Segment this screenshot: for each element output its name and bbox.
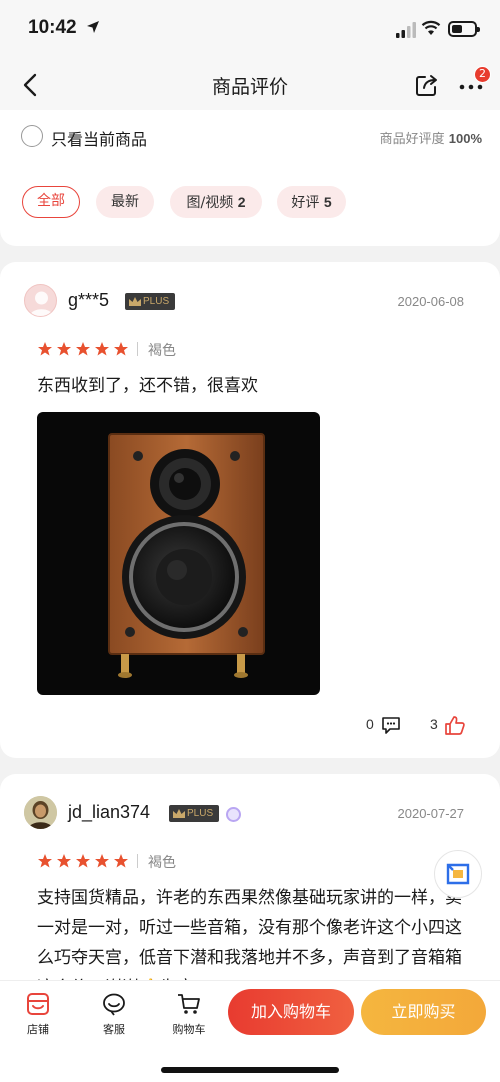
customer-service-icon — [103, 993, 125, 1016]
battery-icon — [448, 21, 480, 37]
tab-positive[interactable]: 好评 5 — [277, 186, 346, 218]
star-icon — [95, 854, 109, 868]
star-icon — [38, 342, 52, 356]
tab-all[interactable]: 全部 — [22, 186, 80, 218]
review-text: 东西收到了，还不错，很喜欢 — [37, 376, 258, 396]
review-card: g***5 PLUS 2020-06-08 褐色 东西收到了，还不错，很喜欢 0… — [0, 262, 500, 758]
star-icon — [57, 342, 71, 356]
customer-service-button[interactable]: 客服 — [86, 991, 142, 1037]
only-current-checkbox[interactable] — [21, 125, 43, 147]
like-count: 3 — [430, 716, 438, 732]
plus-member-badge: PLUS — [169, 805, 219, 822]
star-icon — [38, 854, 52, 868]
review-date: 2020-07-27 — [397, 806, 465, 821]
crown-icon — [129, 297, 141, 306]
cart-button[interactable]: 购物车 — [161, 991, 217, 1037]
tab-positive-label: 好评 — [291, 195, 320, 211]
plus-badge-text: PLUS — [187, 808, 214, 819]
tab-all-label: 全部 — [37, 193, 65, 209]
floating-ask-button[interactable] — [434, 850, 482, 898]
tab-photo-video-count: 2 — [237, 194, 246, 210]
star-icon — [76, 342, 90, 356]
location-arrow-icon — [87, 21, 99, 33]
positive-rating: 商品好评度 100% — [380, 128, 482, 147]
star-rating — [37, 341, 129, 357]
star-icon — [114, 854, 128, 868]
tab-latest[interactable]: 最新 — [96, 186, 154, 218]
thumbs-up-icon[interactable] — [444, 714, 466, 736]
status-time: 10:42 — [28, 17, 77, 38]
reviewer-name: jd_lian374 — [68, 802, 151, 822]
plus-badge-text: PLUS — [143, 296, 170, 307]
star-icon — [95, 342, 109, 356]
filter-row: 只看当前商品 商品好评度 100% — [0, 110, 500, 162]
tab-latest-label: 最新 — [111, 194, 139, 210]
avatar[interactable] — [24, 284, 57, 317]
comment-icon[interactable] — [380, 714, 402, 736]
shop-label: 店铺 — [27, 1023, 49, 1036]
cart-label: 购物车 — [172, 1023, 206, 1036]
shop-button[interactable]: 店铺 — [10, 991, 66, 1037]
crown-icon — [173, 809, 185, 818]
star-icon — [76, 854, 90, 868]
product-variant: 褐色 — [148, 855, 176, 871]
comment-count: 0 — [366, 716, 374, 732]
status-bar: 10:42 — [0, 0, 500, 60]
share-icon[interactable] — [414, 72, 440, 98]
positive-rating-label: 商品好评度 — [379, 132, 445, 147]
vip-level-icon — [226, 807, 241, 822]
review-filter-tabs: 全部 最新 图/视频 2 好评 5 — [0, 162, 500, 246]
nav-bar: 商品评价 2 — [0, 60, 500, 110]
review-photo[interactable] — [37, 412, 320, 695]
customer-service-label: 客服 — [103, 1023, 125, 1036]
divider — [137, 854, 138, 868]
buy-now-button[interactable]: 立即购买 — [361, 989, 486, 1035]
user-photo-avatar — [24, 796, 57, 829]
avatar[interactable] — [24, 796, 57, 829]
star-rating — [37, 853, 129, 869]
cart-icon — [178, 994, 200, 1014]
divider — [137, 342, 138, 356]
star-icon — [114, 342, 128, 356]
review-date: 2020-06-08 — [397, 294, 465, 309]
home-indicator — [161, 1067, 339, 1073]
default-avatar-icon — [30, 291, 53, 316]
tab-positive-count: 5 — [323, 194, 332, 210]
star-icon — [57, 854, 71, 868]
positive-rating-value: 100% — [448, 131, 482, 146]
shop-icon — [27, 993, 49, 1015]
only-current-label[interactable]: 只看当前商品 — [51, 126, 147, 150]
product-variant: 褐色 — [148, 343, 176, 359]
tab-photo-video-label: 图/视频 — [186, 195, 234, 211]
wifi-icon — [421, 20, 441, 35]
cellular-signal-icon — [396, 22, 416, 38]
plus-member-badge: PLUS — [125, 293, 175, 310]
bottom-action-bar: 店铺 客服 购物车 加入购物车 立即购买 — [0, 980, 500, 1082]
notification-badge: 2 — [474, 66, 491, 83]
reviewer-name: g***5 — [68, 290, 110, 310]
speaker-image — [108, 433, 265, 678]
add-to-cart-button[interactable]: 加入购物车 — [228, 989, 354, 1035]
tab-photo-video[interactable]: 图/视频 2 — [170, 186, 262, 218]
ask-icon — [446, 863, 470, 885]
